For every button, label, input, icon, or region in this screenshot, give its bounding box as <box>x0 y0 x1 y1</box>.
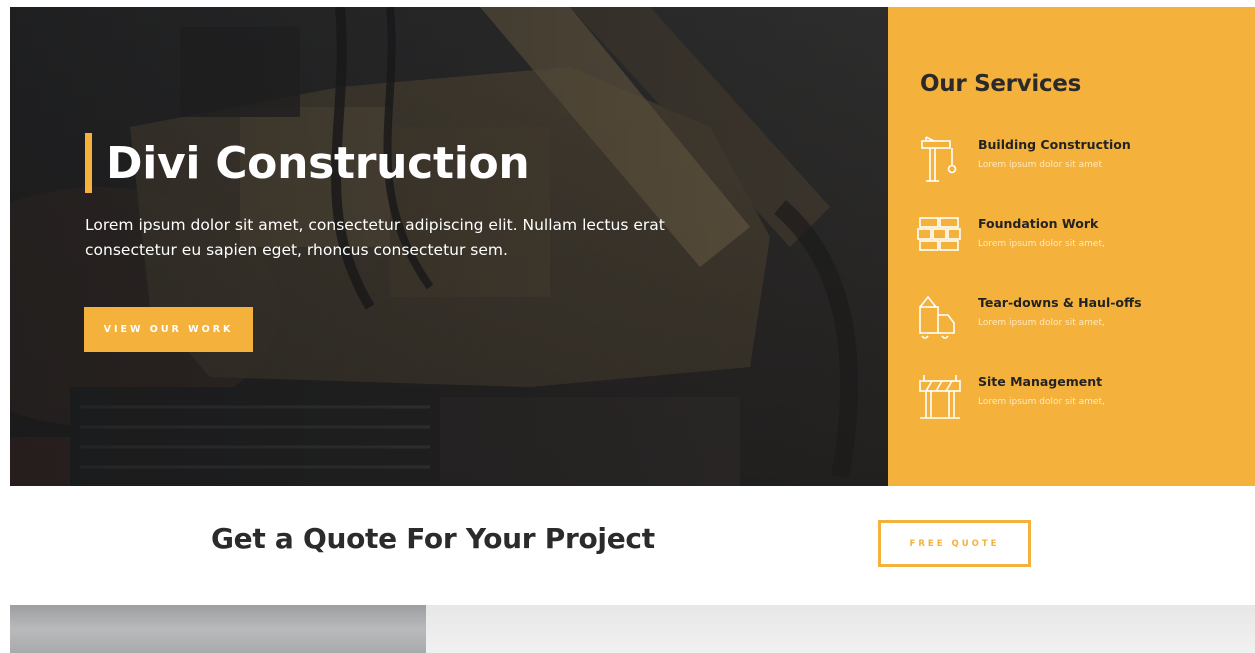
service-description: Lorem ipsum dolor sit amet, <box>978 318 1105 328</box>
service-name: Site Management <box>978 374 1103 389</box>
bricks-icon <box>917 217 961 251</box>
service-item-building-construction[interactable]: Building Construction Lorem ipsum dolor … <box>916 135 1236 195</box>
barrier-icon <box>919 375 961 419</box>
hero-title-block: Divi Construction <box>85 133 530 193</box>
hero-banner: Divi Construction Lorem ipsum dolor sit … <box>10 7 888 486</box>
free-quote-button[interactable]: FREE QUOTE <box>878 520 1031 567</box>
crane-icon <box>921 136 957 182</box>
services-panel: Our Services Building Construction Lorem… <box>888 7 1255 486</box>
services-title: Our Services <box>920 71 1081 97</box>
page: Divi Construction Lorem ipsum dolor sit … <box>0 0 1255 653</box>
service-text-tear-downs: Tear-downs & Haul-offs Lorem ipsum dolor… <box>972 293 1142 353</box>
service-text-foundation-work: Foundation Work Lorem ipsum dolor sit am… <box>972 214 1105 274</box>
service-name: Tear-downs & Haul-offs <box>978 295 1142 310</box>
service-name: Foundation Work <box>978 216 1099 231</box>
service-description: Lorem ipsum dolor sit amet, <box>978 239 1105 249</box>
title-accent-bar <box>85 133 92 193</box>
service-item-site-management[interactable]: Site Management Lorem ipsum dolor sit am… <box>916 372 1236 432</box>
service-text-site-management: Site Management Lorem ipsum dolor sit am… <box>972 372 1105 432</box>
hero-description: Lorem ipsum dolor sit amet, consectetur … <box>85 216 665 259</box>
service-name: Building Construction <box>978 137 1131 152</box>
service-item-foundation-work[interactable]: Foundation Work Lorem ipsum dolor sit am… <box>916 214 1236 274</box>
view-our-work-button[interactable]: VIEW OUR WORK <box>84 307 253 352</box>
service-description: Lorem ipsum dolor sit amet <box>978 160 1102 170</box>
hero-section: Divi Construction Lorem ipsum dolor sit … <box>10 7 1255 486</box>
hero-title: Divi Construction <box>106 137 530 189</box>
service-item-tear-downs[interactable]: Tear-downs & Haul-offs Lorem ipsum dolor… <box>916 293 1236 353</box>
quote-title: Get a Quote For Your Project <box>211 522 655 555</box>
service-text-building-construction: Building Construction Lorem ipsum dolor … <box>972 135 1131 195</box>
next-section-panel <box>426 605 1255 653</box>
truck-icon <box>919 295 955 339</box>
next-section-image <box>10 605 426 653</box>
service-description: Lorem ipsum dolor sit amet, <box>978 397 1105 407</box>
